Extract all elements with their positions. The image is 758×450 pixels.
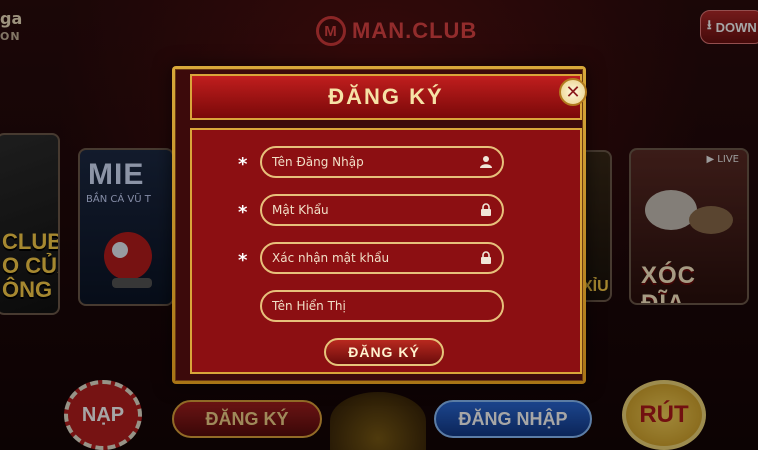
close-icon: ✕ [565,81,581,103]
required-marker: * [238,202,248,223]
username-input[interactable] [262,154,474,170]
lock-icon [478,202,494,218]
password-input[interactable] [262,202,474,218]
confirm-password-input[interactable] [262,250,474,266]
display-name-input[interactable] [262,298,474,314]
modal-title-bar: ĐĂNG KÝ [190,74,582,120]
modal-title: ĐĂNG KÝ [328,84,444,109]
required-marker: * [238,250,248,271]
modal-body: ĐĂNG KÝ ✕ * * * [175,69,587,381]
lock-icon [478,250,494,266]
password-field[interactable] [260,194,504,226]
register-modal: ĐĂNG KÝ ✕ * * * [172,66,587,384]
register-form: * * * [190,128,582,374]
display-name-field[interactable] [260,290,504,322]
confirm-password-field[interactable] [260,242,504,274]
close-button[interactable]: ✕ [559,78,587,106]
required-marker: * [238,154,248,175]
user-icon [478,154,494,170]
register-submit-button[interactable]: ĐĂNG KÝ [324,338,444,366]
username-field[interactable] [260,146,504,178]
